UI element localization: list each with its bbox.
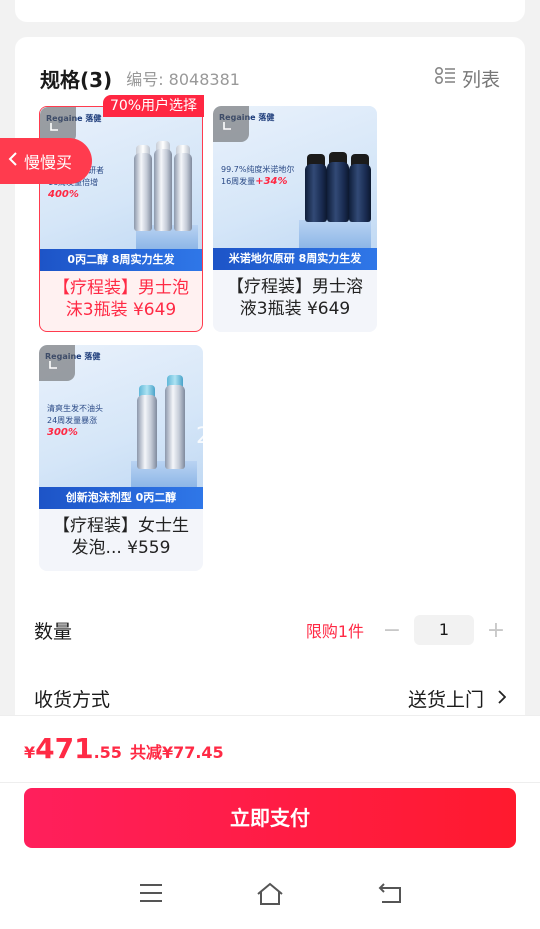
promo-line: 99.7%纯度米诺地尔: [221, 165, 295, 174]
expand-image-button[interactable]: [39, 345, 75, 381]
bottle: [154, 149, 172, 231]
spec-option-label: 【疗程装】男士泡沫3瓶装 ¥649: [53, 278, 189, 320]
promo-text: 清爽生发不油头 24周发量暴涨 300%: [47, 403, 125, 439]
list-icon: [434, 66, 462, 91]
price-bar: ¥ 471 .55 共减¥77.45: [0, 715, 540, 783]
decrease-button[interactable]: −: [382, 618, 402, 643]
spec-option-label: 【疗程装】男士溶液3瓶装 ¥649: [227, 277, 363, 319]
home-icon[interactable]: [256, 882, 284, 910]
promo-text: 99.7%纯度米诺地尔 16周发量+34%: [221, 164, 299, 188]
menu-icon[interactable]: [139, 882, 163, 908]
quantity-stepper: 限购1件 − 1 +: [306, 614, 506, 646]
purchase-limit: 限购1件: [305, 622, 364, 641]
list-view-toggle[interactable]: 列表: [434, 63, 500, 93]
product-banner: 0丙二醇 8周实力生发: [40, 249, 202, 271]
bottle: [137, 395, 157, 469]
spec-option-men-solution[interactable]: Regaine 落健 99.7%纯度米诺地尔 16周发量+34% 米诺地尔原研 …: [213, 106, 377, 332]
watermark: 208厘米: [196, 424, 287, 449]
shipping-value-group: 送货上门: [407, 682, 507, 714]
pay-now-button[interactable]: 立即支付: [24, 788, 516, 848]
list-toggle-label: 列表: [461, 68, 500, 91]
shipping-row[interactable]: 收货方式 送货上门: [34, 682, 507, 714]
spec-title: 规格(3): [40, 67, 113, 92]
bottle: [174, 153, 192, 231]
product-banner: 米诺地尔原研 8周实力生发: [213, 248, 377, 270]
bottle: [349, 164, 371, 222]
total-price: ¥ 471 .55 共减¥77.45: [24, 732, 224, 765]
spec-option-women-foam[interactable]: Regaine 落健 清爽生发不油头 24周发量暴涨300% 创新泡沫剂型 0丙…: [39, 345, 203, 571]
bottle: [327, 162, 349, 222]
chevron-left-icon: [8, 151, 24, 171]
pedestal: [299, 220, 371, 248]
side-float-pill[interactable]: 慢慢买: [0, 138, 92, 184]
promo-line: 24周发量暴涨: [47, 416, 98, 425]
expand-image-button[interactable]: [213, 106, 249, 142]
checkout-page: 规格(3) 编号: 8048381 列表 慢慢买 70%用户选择 落健 400%…: [0, 0, 540, 929]
price-integer: 471: [35, 732, 94, 765]
promo-highlight: +34%: [255, 176, 288, 187]
quantity-label: 数量: [34, 620, 73, 643]
price-decimal: .55: [93, 743, 122, 762]
currency-symbol: ¥: [24, 743, 36, 762]
quantity-row: 数量 限购1件 − 1 +: [34, 614, 506, 646]
back-icon[interactable]: [378, 882, 404, 908]
previous-card-edge: [15, 0, 525, 22]
shipping-label: 收货方式: [34, 688, 111, 711]
quantity-input[interactable]: 1: [414, 615, 474, 645]
spec-code: 编号: 8048381: [126, 70, 240, 89]
promo-line: 清爽生发不油头: [47, 404, 103, 413]
side-pill-label: 慢慢买: [24, 153, 73, 172]
discount-text: 共减¥77.45: [129, 743, 224, 762]
chevron-right-icon: [484, 687, 507, 709]
system-nav-bar: [0, 866, 540, 929]
promo-highlight: 300%: [47, 427, 78, 438]
promo-line: 16周发量: [221, 177, 256, 186]
spec-header: 规格(3) 编号: 8048381 列表: [40, 63, 500, 93]
product-banner: 创新泡沫剂型 0丙二醇: [39, 487, 203, 509]
bottle: [305, 164, 327, 222]
promo-highlight: 400%: [48, 189, 79, 200]
bottle: [165, 385, 185, 469]
increase-button[interactable]: +: [486, 618, 506, 643]
shipping-value: 送货上门: [407, 688, 484, 711]
spec-option-label: 【疗程装】女士生发泡... ¥559: [53, 516, 189, 558]
bottle: [134, 153, 152, 231]
popular-choice-badge: 70%用户选择: [103, 95, 204, 117]
